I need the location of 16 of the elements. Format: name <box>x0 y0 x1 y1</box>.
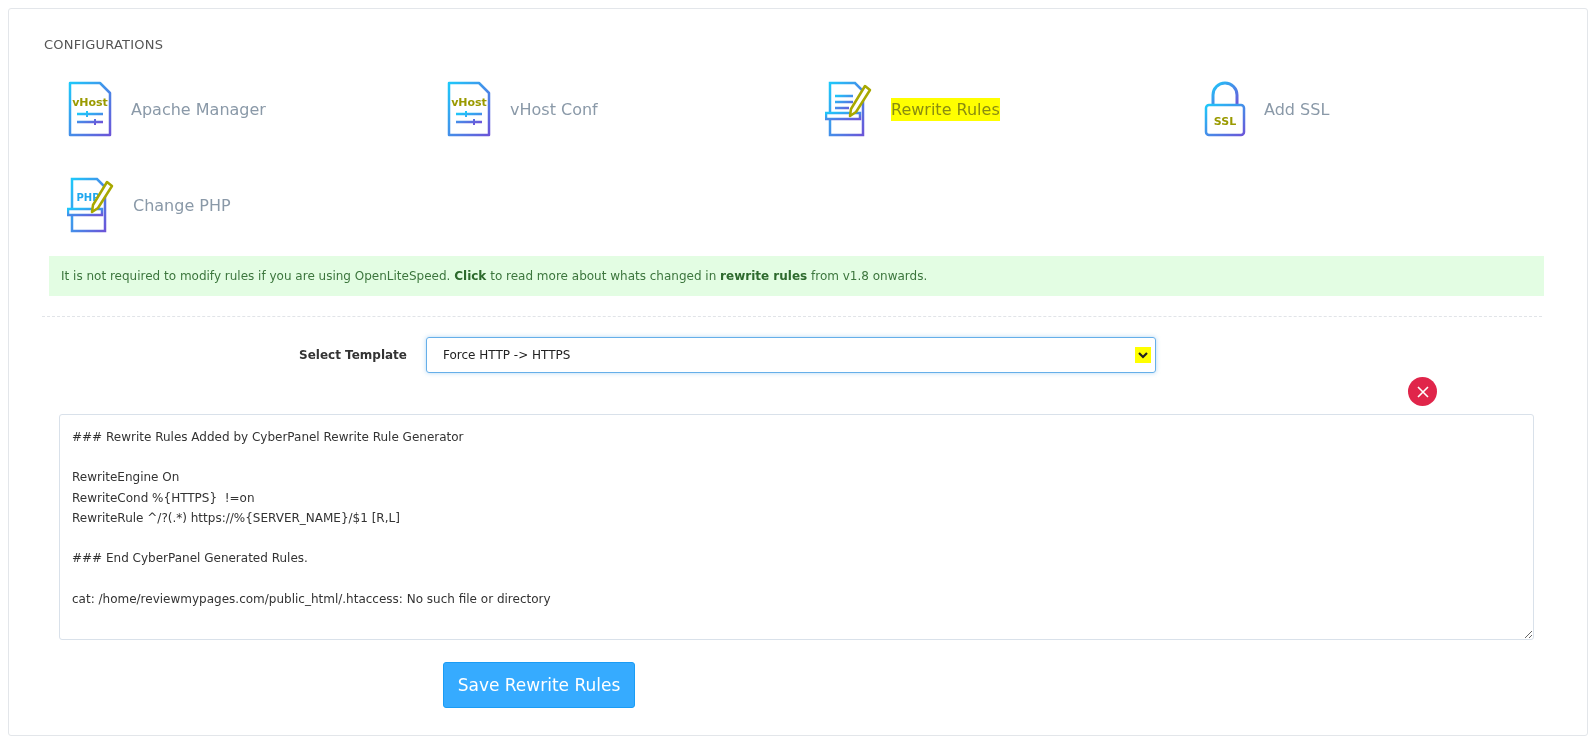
notice-text: It is not required to modify rules if you are using OpenLiteSpeed. Click to read more about whats changed in rewrite rules from v1.8 onwards. <box>61 269 928 283</box>
config-link[interactable]: Apache Manager <box>131 97 266 121</box>
close-button[interactable] <box>1408 377 1437 406</box>
template-label: Select Template <box>298 348 408 362</box>
template-select[interactable]: Force HTTP -> HTTPS <box>426 337 1156 373</box>
document-pencil-icon <box>825 81 873 137</box>
document-icon: vHost <box>446 81 492 137</box>
save-button[interactable]: Save Rewrite Rules <box>443 662 635 708</box>
close-icon <box>1415 384 1430 399</box>
document-icon: vHost <box>67 81 113 137</box>
section-title: CONFIGURATIONS <box>44 37 165 52</box>
config-link[interactable]: vHost Conf <box>510 97 598 121</box>
config-link[interactable]: Change PHP <box>133 193 231 217</box>
config-link[interactable]: Rewrite Rules <box>891 97 1000 121</box>
rules-field[interactable]: ### Rewrite Rules Added by CyberPanel Rewrite Rule Generator RewriteEngine On RewriteCond %{HTTPS} !=on RewriteRule ^/?(.*) https://%{SERVER_NAME}/$1 [R,L] ### End CyberPanel Generated Rules. cat: /home/reviewmypages.com/public_html/.htaccess: No such file or directory <box>59 414 1534 640</box>
config-link[interactable]: Add SSL <box>1264 97 1330 121</box>
